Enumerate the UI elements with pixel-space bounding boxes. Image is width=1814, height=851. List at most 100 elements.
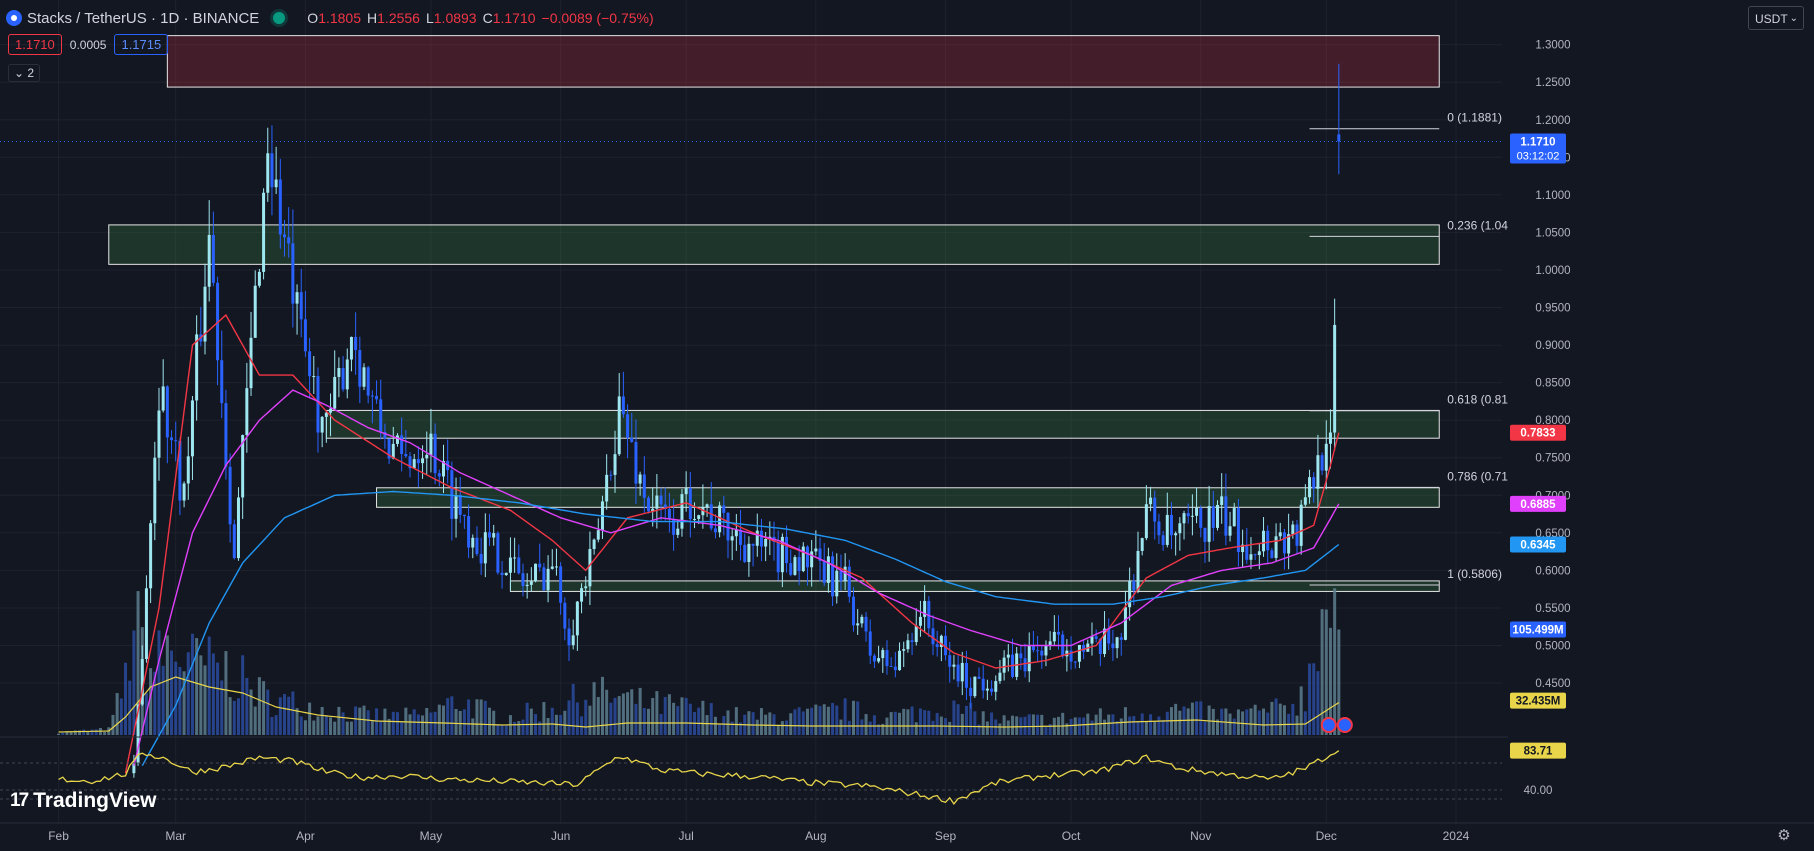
candle-body xyxy=(220,360,224,404)
volume-bar xyxy=(1186,708,1190,735)
candle-body xyxy=(1140,538,1144,551)
candle-body xyxy=(856,623,860,626)
candle-body xyxy=(521,573,525,587)
candle-body xyxy=(559,566,563,603)
candle-body xyxy=(404,454,408,457)
volume-bar xyxy=(1031,714,1035,735)
volume-bar xyxy=(475,699,479,735)
candle-body xyxy=(952,664,956,667)
volume-bar xyxy=(542,702,546,735)
candle-body xyxy=(508,557,512,573)
volume-bar xyxy=(262,681,266,735)
candle-body xyxy=(655,495,659,509)
candle-body xyxy=(467,516,471,548)
candle-body xyxy=(1119,637,1123,640)
candle-body xyxy=(898,650,902,671)
candle-body xyxy=(1153,497,1157,522)
volume-bar xyxy=(471,718,475,735)
tradingview-logo[interactable]: 17 TradingView xyxy=(10,789,156,813)
volume-bar xyxy=(57,733,61,735)
price-chart[interactable]: 0 (1.1881)0.236 (1.0447)0.618 (0.8126)0.… xyxy=(0,0,1814,851)
candle-body xyxy=(575,601,579,636)
volume-bar xyxy=(161,665,165,735)
candle-body xyxy=(1236,508,1240,553)
candle-body xyxy=(513,557,517,559)
candle-body xyxy=(1019,653,1023,659)
candle-body xyxy=(1303,497,1307,505)
price-label: 0.6345 xyxy=(1520,539,1556,551)
volume-bar xyxy=(103,731,107,735)
candle-body xyxy=(144,588,148,660)
volume-bar xyxy=(1245,709,1249,735)
price-axis-tick: 0.8500 xyxy=(1535,378,1570,390)
buy-button[interactable]: 1.1715 xyxy=(114,34,169,55)
volume-bar xyxy=(1010,715,1014,735)
volume-bar xyxy=(312,720,316,735)
volume-bar xyxy=(592,682,596,735)
volume-bar xyxy=(973,711,977,735)
volume-bar xyxy=(831,702,835,735)
volume-bar xyxy=(1136,720,1140,735)
demand-zone xyxy=(376,487,1440,508)
price-axis-tick: 0.4500 xyxy=(1535,678,1570,690)
high-label: H xyxy=(367,10,378,26)
volume-bar xyxy=(852,700,856,735)
close-label: C xyxy=(482,10,493,26)
candle-body xyxy=(1270,550,1274,558)
candle-body xyxy=(538,563,542,568)
candle-body xyxy=(596,530,600,540)
candle-body xyxy=(789,563,793,575)
volume-bar xyxy=(1157,716,1161,735)
candle-body xyxy=(826,556,830,583)
volume-bar xyxy=(843,698,847,735)
symbol-title[interactable]: Stacks / TetherUS · 1D · BINANCE xyxy=(27,10,259,27)
candle-body xyxy=(956,664,960,682)
volume-bar xyxy=(826,706,830,735)
candle-body xyxy=(345,359,349,390)
candle-body xyxy=(810,551,814,568)
volume-bar xyxy=(893,711,897,735)
candle-body xyxy=(1165,514,1169,545)
volume-bar xyxy=(822,704,826,735)
indicators-toggle[interactable]: ⌄ 2 xyxy=(8,64,41,82)
gear-icon[interactable]: ⚙ xyxy=(1775,827,1793,845)
candle-body xyxy=(835,570,839,597)
volume-bar xyxy=(391,711,395,735)
volume-bar xyxy=(228,697,232,735)
candle-body xyxy=(1308,477,1312,498)
volume-bar xyxy=(1161,719,1165,735)
candle-body xyxy=(764,539,768,547)
volume-bar xyxy=(395,712,399,735)
candle-body xyxy=(312,376,316,378)
indicators-count: 2 xyxy=(27,66,35,80)
volume-bar xyxy=(1165,711,1169,735)
candle-body xyxy=(814,548,818,552)
candle-body xyxy=(274,179,278,188)
volume-bar xyxy=(964,705,968,735)
candle-body xyxy=(437,473,441,477)
volume-bar xyxy=(1082,717,1086,735)
candle-body xyxy=(626,414,630,438)
candle-body xyxy=(207,234,211,287)
volume-bar xyxy=(324,715,328,735)
candle-body xyxy=(1328,432,1332,444)
candle-body xyxy=(605,474,609,502)
volume-bar xyxy=(446,698,450,735)
candle-body xyxy=(1282,532,1286,554)
volume-bar xyxy=(1299,686,1303,735)
volume-bar xyxy=(626,692,630,735)
volume-bar xyxy=(998,723,1002,735)
candle-body xyxy=(705,504,709,508)
volume-bar xyxy=(341,712,345,735)
currency-select[interactable]: USDT ⌄ xyxy=(1748,6,1804,30)
candle-body xyxy=(450,470,454,519)
candle-body xyxy=(295,292,299,304)
candle-body xyxy=(747,543,751,562)
candle-body xyxy=(918,616,922,626)
fib-label: 1 (0.5806) xyxy=(1447,567,1502,581)
sell-button[interactable]: 1.1710 xyxy=(8,34,62,55)
volume-bar xyxy=(236,698,240,735)
price-axis-tick: 0.5500 xyxy=(1535,603,1570,615)
volume-bar xyxy=(454,708,458,735)
volume-bar xyxy=(1132,716,1136,735)
